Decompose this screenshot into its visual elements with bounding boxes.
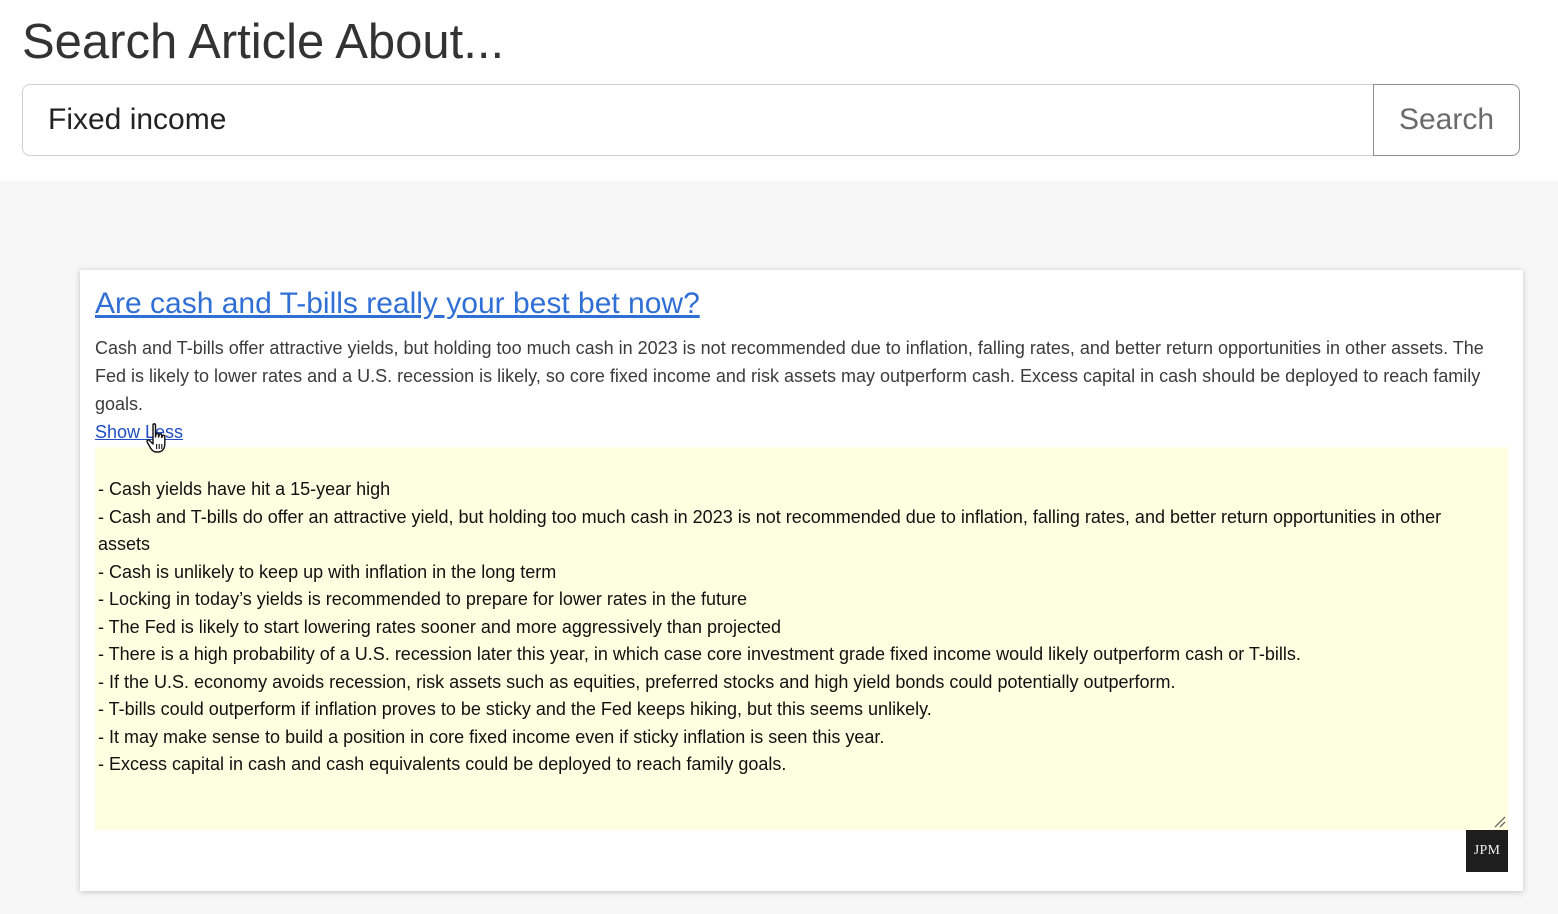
details-item: - It may make sense to build a position … <box>98 726 885 747</box>
resize-handle-icon[interactable] <box>1494 816 1506 828</box>
details-item: - Locking in today’s yields is recommend… <box>98 589 747 609</box>
search-bar: Search <box>22 84 1520 156</box>
details-item: - Cash and T-bills do offer an attractiv… <box>98 506 1442 555</box>
search-input[interactable] <box>22 84 1374 156</box>
search-button[interactable]: Search <box>1373 84 1520 156</box>
page-title: Search Article About... <box>22 15 505 69</box>
article-card: Are cash and T-bills really your best be… <box>80 270 1523 891</box>
source-logo: JPM <box>1466 830 1508 872</box>
search-header: Search Article About... Search <box>0 0 1558 181</box>
details-item: - T-bills could outperform if inflation … <box>98 699 932 719</box>
article-summary: Cash and T-bills offer attractive yields… <box>95 338 1484 414</box>
hand-pointer-icon <box>146 423 166 453</box>
details-item: - If the U.S. economy avoids recession, … <box>98 671 1176 692</box>
details-item: - The Fed is likely to start lowering ra… <box>98 616 781 637</box>
details-item: - There is a high probability of a U.S. … <box>98 644 1301 664</box>
article-title-link[interactable]: Are cash and T-bills really your best be… <box>95 284 700 324</box>
details-item: - Excess capital in cash and cash equiva… <box>98 754 787 774</box>
details-list: - Cash yields have hit a 15-year high - … <box>98 476 1505 779</box>
details-item: - Cash yields have hit a 15-year high <box>98 479 391 499</box>
details-item: - Cash is unlikely to keep up with infla… <box>98 561 557 582</box>
article-details-panel[interactable]: - Cash yields have hit a 15-year high - … <box>95 447 1508 830</box>
